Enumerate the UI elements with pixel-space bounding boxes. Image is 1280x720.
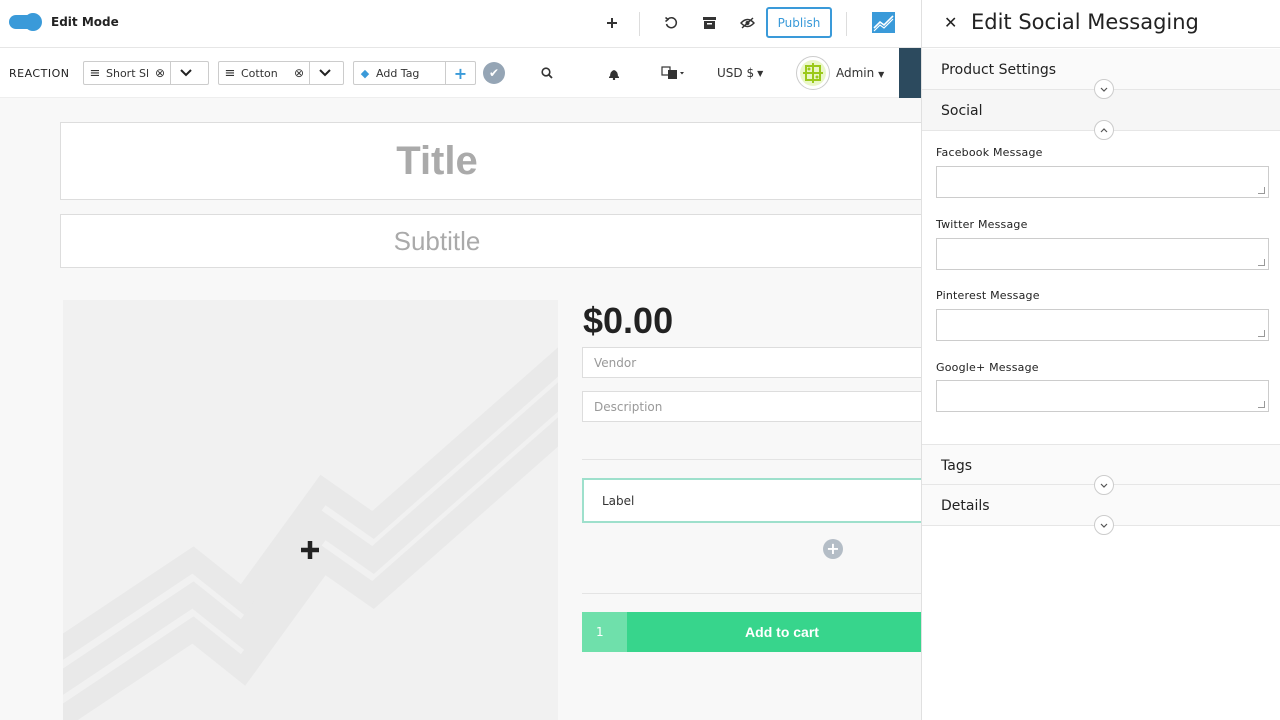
plus-icon[interactable] — [601, 12, 623, 34]
section-label: Details — [941, 498, 990, 514]
tag-icon: ◆ — [360, 66, 370, 80]
product-image-dropzone[interactable] — [63, 300, 558, 720]
subtitle-placeholder: Subtitle — [393, 225, 481, 256]
googleplus-message-label: Google+ Message — [936, 361, 1039, 374]
edit-social-panel: ✕ Edit Social Messaging Product Settings… — [921, 0, 1280, 720]
undo-icon[interactable] — [660, 12, 682, 34]
drag-handle-icon[interactable]: ≡ — [84, 66, 106, 81]
currency-dropdown[interactable]: USD $ ▼ — [717, 62, 763, 84]
dashboard-toggle-tab[interactable] — [899, 48, 922, 98]
tag-select-label: Cotton — [241, 66, 278, 80]
toolbar-divider — [846, 12, 847, 36]
publish-button[interactable]: Publish — [766, 7, 832, 38]
toolbar-divider — [639, 12, 640, 36]
chevron-down-icon[interactable] — [1094, 79, 1114, 99]
add-variant-icon[interactable]: + — [823, 539, 843, 559]
panel-title: Edit Social Messaging — [971, 10, 1199, 34]
user-menu[interactable]: Admin ▼ — [836, 66, 884, 80]
search-icon[interactable] — [541, 62, 553, 84]
resize-handle-icon[interactable] — [1258, 187, 1265, 194]
divider — [582, 593, 922, 594]
section-tags[interactable]: Tags — [922, 444, 1280, 495]
title-placeholder: Title — [396, 138, 478, 183]
chevron-down-icon[interactable] — [1094, 515, 1114, 535]
close-icon[interactable]: ✕ — [944, 13, 957, 32]
chevron-down-icon[interactable] — [1094, 475, 1114, 495]
resize-handle-icon[interactable] — [1258, 401, 1265, 408]
cart-quantity-input[interactable]: 1 — [582, 612, 627, 652]
googleplus-message-field[interactable] — [936, 380, 1269, 412]
chart-logo-icon[interactable] — [872, 12, 895, 33]
variant-label-field[interactable]: Label — [582, 478, 932, 523]
add-tag-placeholder: Add Tag — [376, 66, 420, 80]
add-to-cart-button[interactable]: Add to cart — [627, 612, 927, 652]
language-icon[interactable] — [661, 62, 685, 84]
user-name: Admin — [836, 66, 875, 80]
brand-logo[interactable]: REACTION — [9, 67, 69, 80]
add-tag-input[interactable]: ◆ Add Tag + — [353, 61, 476, 85]
panel-header: ✕ Edit Social Messaging — [922, 0, 1280, 48]
bell-icon[interactable] — [608, 62, 620, 84]
currency-label: USD $ — [717, 66, 755, 80]
social-fields: Facebook Message Twitter Message Pintere… — [922, 131, 1280, 444]
caret-down-icon: ▼ — [757, 68, 764, 78]
facebook-message-field[interactable] — [936, 166, 1269, 198]
avatar[interactable] — [796, 56, 830, 90]
pinterest-message-field[interactable] — [936, 309, 1269, 341]
twitter-message-label: Twitter Message — [936, 218, 1028, 231]
vendor-field[interactable]: Vendor — [582, 347, 932, 378]
chevron-up-icon[interactable] — [1094, 120, 1114, 140]
edit-mode-label: Edit Mode — [51, 15, 119, 29]
image-placeholder-graphic — [63, 347, 558, 720]
drag-handle-icon[interactable]: ≡ — [219, 66, 241, 81]
facebook-message-label: Facebook Message — [936, 146, 1043, 159]
add-tag-button[interactable]: + — [445, 62, 475, 84]
add-to-cart-bar: 1 Add to cart — [582, 612, 927, 652]
product-subtitle-field[interactable]: Subtitle — [60, 214, 930, 268]
top-toolbar: Edit Mode Publish — [0, 0, 922, 48]
vendor-placeholder: Vendor — [594, 356, 637, 370]
chevron-down-icon[interactable] — [309, 62, 339, 84]
tag-select-cotton[interactable]: ≡ Cotton ⊗ — [218, 61, 344, 85]
twitter-message-field[interactable] — [936, 238, 1269, 270]
remove-tag-icon[interactable]: ⊗ — [289, 66, 309, 80]
product-price: $0.00 — [583, 300, 674, 341]
description-field[interactable]: Description — [582, 391, 932, 422]
tag-select-label: Short Sl — [106, 66, 150, 80]
visibility-icon[interactable] — [736, 12, 758, 34]
description-placeholder: Description — [594, 400, 663, 414]
chevron-down-icon[interactable] — [170, 62, 200, 84]
tag-select-short-sleeve[interactable]: ≡ Short Sl ⊗ — [83, 61, 209, 85]
pinterest-message-label: Pinterest Message — [936, 289, 1040, 302]
check-icon[interactable]: ✔ — [483, 62, 505, 84]
remove-tag-icon[interactable]: ⊗ — [150, 66, 170, 80]
add-image-icon[interactable] — [300, 540, 320, 564]
resize-handle-icon[interactable] — [1258, 330, 1265, 337]
section-label: Social — [941, 103, 983, 119]
section-product-settings[interactable]: Product Settings — [922, 49, 1280, 99]
variant-label-text: Label — [602, 494, 635, 508]
edit-mode-toggle[interactable] — [9, 13, 42, 31]
main-navbar: REACTION ≡ Short Sl ⊗ ≡ Cotton ⊗ ◆ Add T… — [0, 48, 922, 98]
divider — [582, 459, 922, 460]
product-title-field[interactable]: Title — [60, 122, 930, 200]
resize-handle-icon[interactable] — [1258, 259, 1265, 266]
section-label: Product Settings — [941, 62, 1057, 78]
archive-icon[interactable] — [698, 12, 720, 34]
caret-down-icon: ▼ — [878, 70, 885, 79]
section-label: Tags — [941, 458, 972, 474]
